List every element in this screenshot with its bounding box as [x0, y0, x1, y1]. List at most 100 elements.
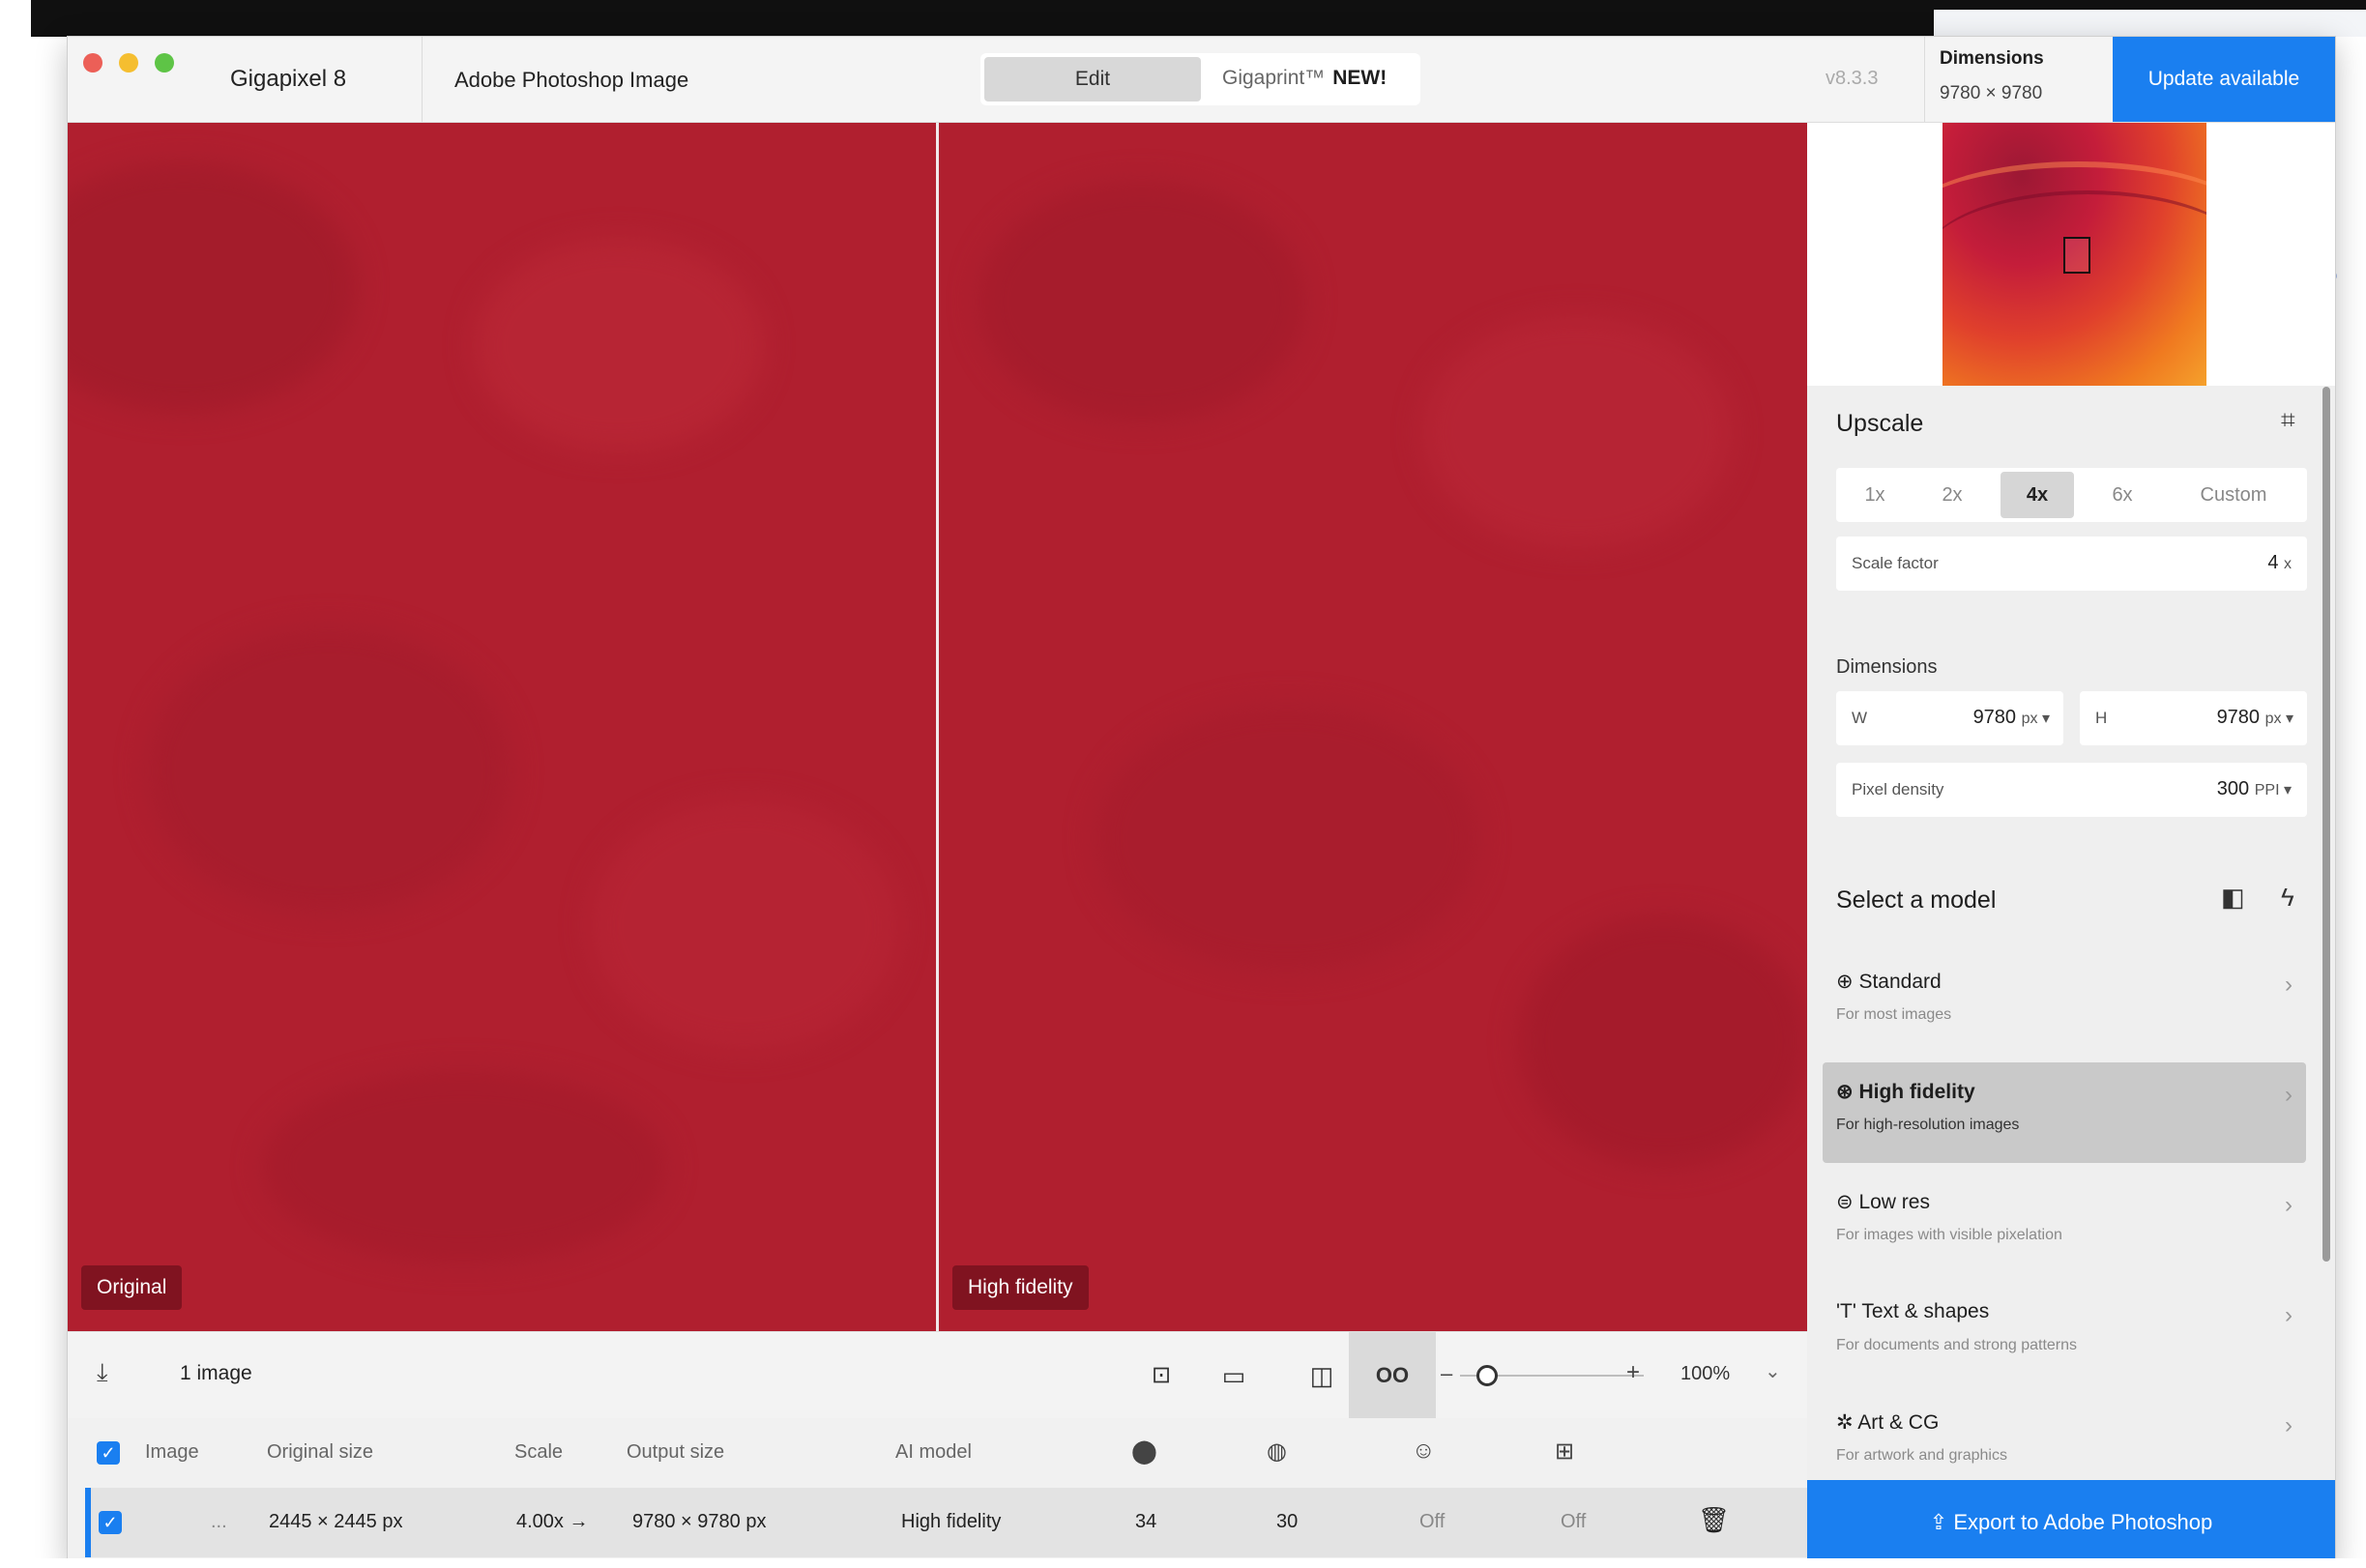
chevron-right-icon: › [2285, 972, 2293, 998]
zoom-out-icon[interactable]: – [1441, 1361, 1452, 1386]
side-by-side-view-icon[interactable]: OO [1349, 1332, 1436, 1419]
dimensions-title: Dimensions [1940, 48, 2044, 69]
navigator [1807, 123, 2335, 386]
select-all-checkbox[interactable]: ✓ [97, 1441, 120, 1465]
texture [590, 799, 899, 1051]
dimensions-value: 9780 × 9780 [1940, 83, 2043, 103]
title-bar: Gigapixel 8 Adobe Photoshop Image Edit G… [68, 37, 2335, 123]
export-button[interactable]: ⇪ Export to Adobe Photoshop [1807, 1480, 2335, 1564]
scale-option-2x[interactable]: 2x [1913, 468, 1991, 522]
model-low-res[interactable]: ⊜ Low res For images with visible pixela… [1823, 1173, 2306, 1273]
width-field[interactable]: W 9780 px ▾ [1836, 691, 2063, 745]
import-icon[interactable]: ⤓ [97, 1357, 108, 1388]
model-name: Standard [1858, 971, 1942, 993]
share-icon: ⇪ [1929, 1510, 1948, 1534]
scale-selector: 1x 2x 4x 6x Custom [1836, 468, 2307, 522]
sharpen-value: 30 [1276, 1511, 1299, 1532]
width-label: W [1852, 709, 1868, 727]
auto-icon[interactable]: ϟ [2281, 883, 2294, 913]
panel-scrollbar[interactable] [2322, 387, 2330, 1262]
chevron-right-icon: › [2285, 1192, 2293, 1218]
column-original-size: Original size [267, 1441, 374, 1463]
compression-value: Off [1561, 1511, 1587, 1532]
close-window-button[interactable] [83, 53, 102, 73]
column-image: Image [145, 1441, 199, 1463]
compression-icon: ⊞ [1555, 1438, 1575, 1465]
denoise-value: 34 [1135, 1511, 1157, 1532]
model-name: High fidelity [1858, 1081, 1975, 1103]
model-name: Low res [1858, 1191, 1930, 1213]
model-text-shapes[interactable]: 'T' Text & shapes For documents and stro… [1823, 1283, 2306, 1383]
art-model-icon: ✲ [1836, 1411, 1854, 1434]
viewport-indicator[interactable] [2063, 237, 2090, 274]
mode-switcher: Edit Gigaprint™ NEW! [980, 53, 1420, 105]
scale-option-6x[interactable]: 6x [2084, 468, 2161, 522]
table-row[interactable]: ✓ ... 2445 × 2445 px 4.00x → 9780 × 9780… [85, 1488, 1813, 1557]
model-name: Art & CG [1857, 1411, 1940, 1434]
scale-option-1x[interactable]: 1x [1836, 468, 1913, 522]
pixel-density-unit[interactable]: PPI ▾ [2255, 782, 2292, 799]
scale-factor-field[interactable]: Scale factor 4 x [1836, 537, 2307, 591]
height-value: 9780 [2216, 707, 2261, 728]
row-checkbox[interactable]: ✓ [99, 1511, 122, 1534]
pixel-density-field[interactable]: Pixel density 300 PPI ▾ [1836, 763, 2307, 817]
texture [1422, 316, 1732, 548]
texture [978, 181, 1306, 422]
zoom-in-icon[interactable]: + [1626, 1359, 1640, 1386]
texture [474, 239, 764, 451]
desktop-background [0, 0, 31, 1568]
texture [145, 625, 512, 915]
tab-gigaprint-label: Gigaprint™ [1222, 67, 1326, 89]
pixel-density-label: Pixel density [1852, 780, 1944, 799]
height-unit[interactable]: px ▾ [2265, 711, 2293, 727]
column-ai-model: AI model [895, 1441, 972, 1463]
zoom-value[interactable]: 100% [1680, 1363, 1730, 1385]
crop-icon[interactable]: ⌗ [2281, 405, 2295, 436]
ai-model: High fidelity [901, 1511, 1002, 1532]
scale-factor-unit: x [2284, 556, 2292, 572]
zoom-slider-handle[interactable] [1475, 1365, 1498, 1386]
model-high-fidelity[interactable]: ⊛ High fidelity For high-resolution imag… [1823, 1062, 2306, 1163]
minimize-window-button[interactable] [119, 53, 138, 73]
divider [422, 37, 423, 122]
single-view-icon[interactable]: ▭ [1190, 1332, 1277, 1419]
tab-edit[interactable]: Edit [984, 57, 1201, 102]
dimensions-label: Dimensions [1836, 656, 1938, 678]
output-size: 9780 × 9780 px [632, 1511, 767, 1532]
compare-icon[interactable]: ◧ [2221, 883, 2245, 913]
navigator-thumbnail[interactable] [1942, 123, 2206, 386]
low-res-model-icon: ⊜ [1836, 1191, 1854, 1213]
output-dimensions: Dimensions 9780 × 9780 [1924, 37, 2064, 122]
scale-option-4x[interactable]: 4x [2001, 472, 2074, 518]
tab-gigaprint[interactable]: Gigaprint™ NEW! [1222, 67, 1387, 90]
update-available-button[interactable]: Update available [2113, 37, 2335, 122]
image-table-header: ✓ Image Original size Scale Output size … [68, 1418, 1807, 1488]
high-fidelity-model-icon: ⊛ [1836, 1081, 1854, 1103]
desktop-background [0, 1558, 2366, 1568]
settings-panel: Upscale ⌗ 1x 2x 4x 6x Custom Scale facto… [1807, 123, 2335, 1564]
original-preview[interactable]: Original [68, 123, 936, 1331]
scale-factor-label: Scale factor [1852, 554, 1939, 572]
trash-icon[interactable]: 🗑 [1698, 1505, 1730, 1535]
zoom-window-button[interactable] [155, 53, 174, 73]
texture [1519, 915, 1807, 1167]
height-label: H [2095, 709, 2108, 727]
width-unit[interactable]: px ▾ [2022, 711, 2050, 727]
width-value: 9780 [1972, 707, 2017, 728]
model-art-cg[interactable]: ✲ Art & CG For artwork and graphics › [1823, 1393, 2306, 1494]
chevron-right-icon: › [2285, 1302, 2293, 1328]
select-model-title: Select a model [1836, 886, 1997, 914]
chevron-right-icon: › [2285, 1082, 2293, 1108]
upscaled-preview[interactable]: High fidelity [939, 123, 1807, 1331]
preview-toolbar: ⤓ 1 image ⊡ ▭ ◫ OO – + 100% ⌄ [68, 1331, 1807, 1419]
texture [68, 161, 358, 413]
chevron-down-icon[interactable]: ⌄ [1765, 1359, 1781, 1383]
model-standard[interactable]: ⊕ Standard For most images › [1823, 952, 2306, 1053]
height-field[interactable]: H 9780 px ▾ [2080, 691, 2307, 745]
column-output-size: Output size [627, 1441, 725, 1463]
model-description: For documents and strong patterns [1836, 1337, 2078, 1353]
version-label: v8.3.3 [1826, 68, 1879, 89]
scale-option-custom[interactable]: Custom [2171, 468, 2296, 522]
model-description: For artwork and graphics [1836, 1447, 2007, 1464]
pixel-density-value: 300 [2216, 778, 2250, 799]
